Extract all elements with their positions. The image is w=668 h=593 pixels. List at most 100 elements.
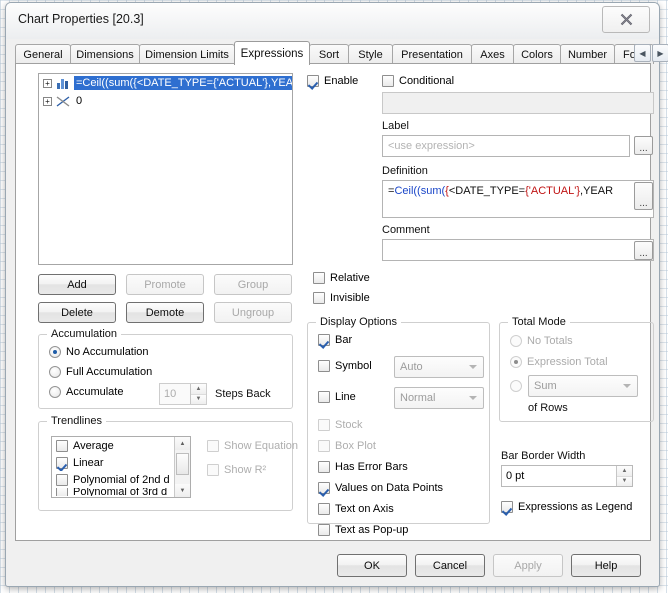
- expression-list[interactable]: + =Ceil((sum({<DATE_TYPE={'ACTUAL'},YEA …: [38, 73, 293, 265]
- expand-icon[interactable]: +: [43, 96, 52, 106]
- radio-accumulate[interactable]: Accumulate: [49, 386, 123, 398]
- line-combo[interactable]: Normal: [394, 387, 484, 409]
- relative-checkbox[interactable]: Relative: [313, 272, 370, 284]
- tab-sort[interactable]: Sort: [309, 44, 349, 64]
- spin-up-icon[interactable]: ▲: [617, 466, 632, 477]
- label-ellipsis-button[interactable]: ...: [634, 136, 653, 155]
- trendline-item[interactable]: Linear: [52, 454, 190, 471]
- trendline-poly2-checkbox[interactable]: Polynomial of 2nd d: [56, 473, 170, 486]
- text-as-popup-checkbox[interactable]: Text as Pop-up: [318, 524, 408, 536]
- line-checkbox[interactable]: Line: [318, 391, 356, 403]
- expression-text[interactable]: 0: [74, 94, 84, 108]
- tab-axes[interactable]: Axes: [471, 44, 514, 64]
- invisible-checkbox[interactable]: Invisible: [313, 292, 370, 304]
- trendline-item[interactable]: Polynomial of 3rd d: [52, 488, 190, 496]
- ok-button[interactable]: OK: [337, 554, 407, 577]
- expression-text[interactable]: =Ceil((sum({<DATE_TYPE={'ACTUAL'},YEA: [74, 76, 292, 90]
- tab-number[interactable]: Number: [560, 44, 615, 64]
- expression-row[interactable]: + =Ceil((sum({<DATE_TYPE={'ACTUAL'},YEA: [39, 74, 292, 92]
- label-caption: Label: [382, 120, 409, 132]
- scroll-up-icon[interactable]: ▲: [175, 437, 190, 450]
- show-r2-box: [207, 464, 219, 476]
- radio-full-accumulation[interactable]: Full Accumulation: [49, 366, 152, 378]
- conditional-checkbox[interactable]: Conditional: [382, 75, 454, 87]
- bar-checkbox[interactable]: Bar: [318, 334, 352, 346]
- show-r2-label: Show R²: [224, 464, 267, 476]
- spin-up-icon[interactable]: ▲: [191, 384, 206, 395]
- help-button[interactable]: Help: [571, 554, 641, 577]
- steps-back-stepper[interactable]: 10 ▲ ▼: [159, 383, 207, 405]
- tab-expressions[interactable]: Expressions: [234, 41, 310, 65]
- text-on-axis-checkbox[interactable]: Text on Axis: [318, 503, 394, 515]
- enable-checkbox[interactable]: Enable: [307, 75, 358, 87]
- bar-border-width-stepper[interactable]: 0 pt ▲ ▼: [501, 465, 633, 487]
- total-mode-group: Total Mode No Totals Expression Total Su…: [499, 316, 654, 422]
- close-icon[interactable]: [602, 6, 650, 33]
- line-combo-value: Normal: [400, 392, 436, 404]
- trendline-item[interactable]: Average: [52, 437, 190, 454]
- trendline-linear-label: Linear: [73, 456, 104, 469]
- steps-back-spin-buttons[interactable]: ▲ ▼: [190, 384, 206, 404]
- apply-button: Apply: [493, 554, 563, 577]
- scroll-down-icon[interactable]: ▼: [175, 484, 190, 497]
- relative-label: Relative: [330, 272, 370, 284]
- radio-full-accumulation-label: Full Accumulation: [66, 366, 153, 378]
- expressions-as-legend-checkbox[interactable]: Expressions as Legend: [501, 501, 632, 513]
- aggregation-combo: Sum: [528, 375, 638, 397]
- trendline-linear-checkbox[interactable]: Linear: [56, 456, 104, 469]
- trendline-poly3-checkbox[interactable]: Polynomial of 3rd d: [56, 488, 167, 496]
- comment-input[interactable]: [382, 239, 654, 261]
- bar-label: Bar: [335, 334, 353, 346]
- has-error-bars-box: [318, 461, 330, 473]
- bar-border-width-spin-buttons[interactable]: ▲ ▼: [616, 466, 632, 486]
- tab-dimension-limits[interactable]: Dimension Limits: [139, 44, 235, 64]
- delete-button[interactable]: Delete: [38, 302, 116, 323]
- symbol-checkbox-box: [318, 360, 330, 372]
- cancel-button[interactable]: Cancel: [415, 554, 485, 577]
- symbol-combo[interactable]: Auto: [394, 356, 484, 378]
- demote-button[interactable]: Demote: [126, 302, 204, 323]
- conditional-checkbox-box: [382, 75, 394, 87]
- show-equation-box: [207, 440, 219, 452]
- comment-caption: Comment: [382, 224, 430, 236]
- trendline-poly2-box: [56, 473, 68, 486]
- trendlines-scrollbar[interactable]: ▲ ▼: [174, 437, 190, 497]
- stock-label: Stock: [335, 419, 363, 431]
- comment-ellipsis-button[interactable]: ...: [634, 241, 653, 260]
- definition-input[interactable]: =Ceil((sum({<DATE_TYPE={'ACTUAL'},YEAR: [382, 180, 654, 218]
- stock-checkbox: Stock: [318, 419, 363, 431]
- aggregation-combo-value: Sum: [534, 380, 557, 392]
- tab-presentation[interactable]: Presentation: [392, 44, 472, 64]
- radio-aggregation-box: [510, 380, 522, 392]
- tab-scroll-right-icon[interactable]: ▶: [652, 44, 668, 62]
- total-mode-caption: Total Mode: [508, 316, 570, 328]
- has-error-bars-checkbox[interactable]: Has Error Bars: [318, 461, 408, 473]
- trendline-poly3-box: [56, 488, 68, 496]
- tab-style[interactable]: Style: [348, 44, 393, 64]
- expressions-as-legend-label: Expressions as Legend: [518, 501, 633, 513]
- tab-colors[interactable]: Colors: [513, 44, 561, 64]
- of-rows-label: of Rows: [528, 402, 568, 414]
- radio-full-accumulation-box: [49, 366, 61, 378]
- spin-down-icon[interactable]: ▼: [191, 394, 206, 404]
- scroll-thumb[interactable]: [176, 453, 189, 475]
- tab-dimensions[interactable]: Dimensions: [70, 44, 140, 64]
- expression-row[interactable]: + 0: [39, 92, 292, 110]
- spin-down-icon[interactable]: ▼: [617, 476, 632, 486]
- add-button[interactable]: Add: [38, 274, 116, 295]
- trendlines-list[interactable]: Average Linear Polynomial of 2nd d Polyn…: [51, 436, 191, 498]
- accumulation-group: Accumulation No Accumulation Full Accumu…: [38, 328, 293, 409]
- tab-general[interactable]: General: [15, 44, 71, 64]
- expand-icon[interactable]: +: [43, 78, 52, 88]
- values-on-data-points-checkbox[interactable]: Values on Data Points: [318, 482, 443, 494]
- tab-scroll-left-icon[interactable]: ◀: [634, 44, 651, 62]
- label-input[interactable]: <use expression>: [382, 135, 630, 157]
- values-on-data-points-box: [318, 482, 330, 494]
- expressions-tab-page: + =Ceil((sum({<DATE_TYPE={'ACTUAL'},YEA …: [15, 63, 654, 541]
- radio-no-accumulation[interactable]: No Accumulation: [49, 346, 149, 358]
- trendline-item[interactable]: Polynomial of 2nd d: [52, 471, 190, 488]
- symbol-checkbox[interactable]: Symbol: [318, 360, 372, 372]
- definition-ellipsis-button[interactable]: ...: [634, 182, 653, 210]
- trendline-average-checkbox[interactable]: Average: [56, 439, 114, 452]
- text-on-axis-label: Text on Axis: [335, 503, 394, 515]
